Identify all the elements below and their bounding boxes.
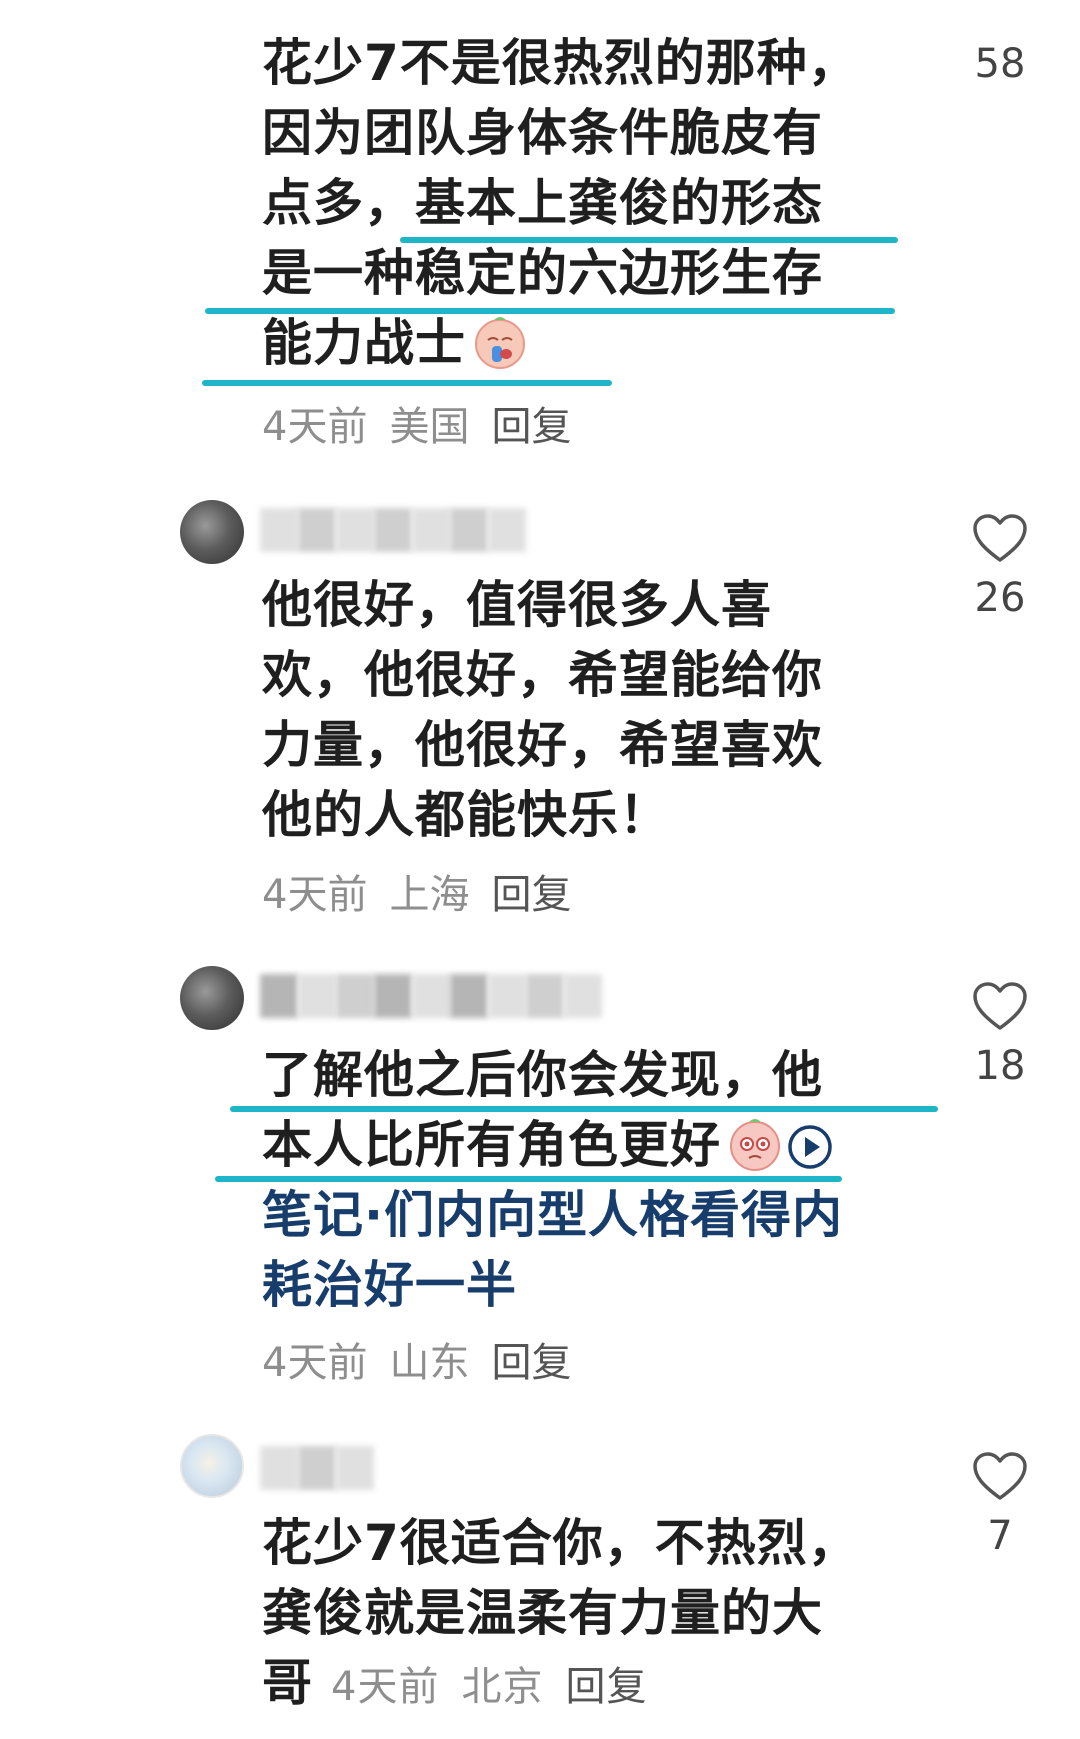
comment-line: 他的人都能快乐！ xyxy=(262,786,670,844)
like-count: 26 xyxy=(974,575,1026,621)
comment-location: 美国 xyxy=(389,404,470,450)
play-circle-icon[interactable] xyxy=(787,1124,833,1170)
comment-line: 因为团队身体条件脆皮有 xyxy=(262,104,823,162)
comment-line: 花少7不是很热烈的那种， xyxy=(262,34,859,92)
heart-outline-icon xyxy=(973,514,1027,562)
heart-outline-icon xyxy=(973,1452,1027,1500)
avatar[interactable] xyxy=(180,966,244,1030)
comment-text: 花少7很适合你，不热烈， 龚俊就是温柔有力量的大 哥 4天前 北京 回复 xyxy=(262,1508,902,1722)
like-button[interactable]: 18 xyxy=(955,982,1045,1092)
comment-time: 4天前 xyxy=(262,404,368,450)
heart-outline-icon xyxy=(973,982,1027,1030)
pleading-face-emoji xyxy=(730,1119,780,1171)
comment-line: 本人比所有角色更好 xyxy=(262,1116,721,1174)
comment-meta: 4天前 北京 回复 xyxy=(331,1652,647,1722)
like-count: 7 xyxy=(987,1513,1013,1559)
comment-location: 山东 xyxy=(389,1340,470,1386)
note-link-line: 笔记·们内向型人格看得内 xyxy=(262,1186,843,1244)
avatar[interactable] xyxy=(180,500,244,564)
username-blurred[interactable] xyxy=(260,1446,374,1490)
highlight-underline xyxy=(215,1176,842,1182)
comment-line-with-emoji: 本人比所有角色更好 xyxy=(262,1110,902,1180)
highlight-underline xyxy=(205,308,895,314)
comment-time: 4天前 xyxy=(262,872,368,918)
note-link[interactable]: 笔记·们内向型人格看得内 耗治好一半 xyxy=(262,1180,902,1320)
comment-line: 了解他之后你会发现，他 xyxy=(262,1046,823,1104)
like-count: 58 xyxy=(974,41,1026,87)
comment-time: 4天前 xyxy=(262,1340,368,1386)
note-link-line: 耗治好一半 xyxy=(262,1256,517,1314)
comment-time: 4天前 xyxy=(331,1664,440,1710)
comment-line: 龚俊就是温柔有力量的大 xyxy=(262,1584,823,1642)
comment-line: 是一种稳定的六边形生存 xyxy=(262,244,823,302)
comment-line: 欢，他很好，希望能给你 xyxy=(262,646,823,704)
highlight-underline xyxy=(230,1106,938,1112)
like-count: 18 xyxy=(974,1043,1026,1089)
watermark xyxy=(1014,1711,1074,1733)
comment-line: 花少7很适合你，不热烈， xyxy=(262,1514,859,1572)
comment-line: 点多，基本上龚俊的形态 xyxy=(262,174,823,232)
comment-line: 他很好，值得很多人喜 xyxy=(262,576,772,634)
like-button[interactable]: 26 xyxy=(955,514,1045,624)
crying-face-emoji xyxy=(475,317,525,369)
reply-button[interactable]: 回复 xyxy=(491,402,571,452)
like-button[interactable]: 7 xyxy=(955,1452,1045,1562)
comment-location: 上海 xyxy=(389,872,470,918)
reply-button[interactable]: 回复 xyxy=(565,1652,647,1722)
comment-location: 北京 xyxy=(461,1664,544,1710)
comment-meta: 4天前 美国 回复 xyxy=(262,402,571,452)
comment-line-with-meta: 哥 4天前 北京 回复 xyxy=(262,1648,902,1722)
comment-line-with-emoji: 能力战士 xyxy=(262,308,902,378)
highlight-underline xyxy=(400,237,898,243)
username-blurred[interactable] xyxy=(260,974,602,1018)
like-button[interactable]: 58 xyxy=(955,38,1045,90)
comment-line: 能力战士 xyxy=(262,314,466,372)
reply-button[interactable]: 回复 xyxy=(491,870,571,920)
comment-text: 花少7不是很热烈的那种， 因为团队身体条件脆皮有 点多，基本上龚俊的形态 是一种… xyxy=(262,28,902,378)
comment-line: 哥 xyxy=(262,1654,313,1712)
reply-button[interactable]: 回复 xyxy=(491,1338,571,1388)
avatar[interactable] xyxy=(180,1434,244,1498)
username-blurred[interactable] xyxy=(260,508,526,552)
comment-meta: 4天前 上海 回复 xyxy=(262,870,571,920)
comment-text: 他很好，值得很多人喜 欢，他很好，希望能给你 力量，他很好，希望喜欢 他的人都能… xyxy=(262,570,902,850)
highlight-underline xyxy=(202,380,612,386)
comment-line: 力量，他很好，希望喜欢 xyxy=(262,716,823,774)
comment-meta: 4天前 山东 回复 xyxy=(262,1338,571,1388)
